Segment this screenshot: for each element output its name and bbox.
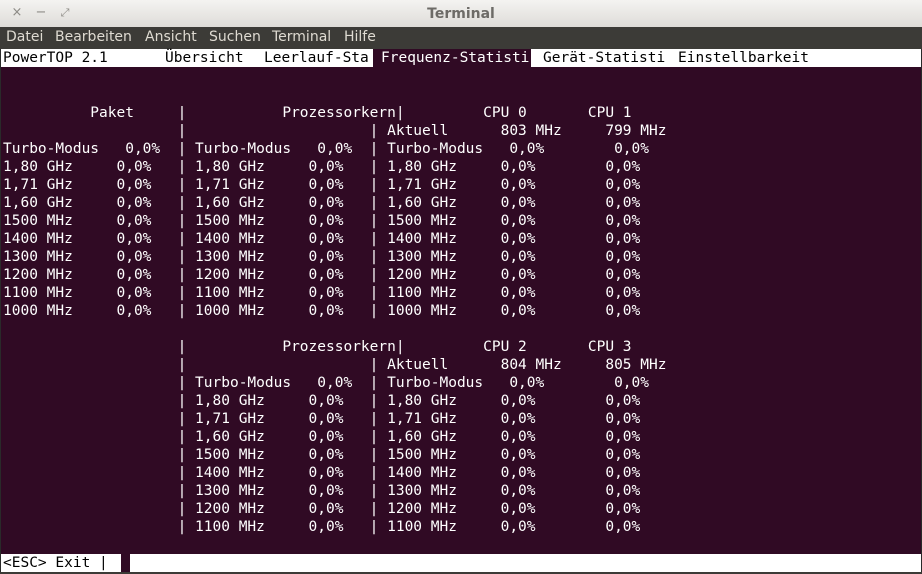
terminal-line: | 1,71 GHz 0,0% | 1,71 GHz 0,0% 0,0% — [3, 411, 641, 427]
title-bar[interactable]: × − ⤢ Terminal — [0, 0, 922, 28]
tab-geraet[interactable]: Gerät-Statisti — [543, 49, 665, 67]
terminal-cursor — [121, 554, 130, 572]
tab-frequenz[interactable]: Frequenz-Statisti — [373, 49, 532, 67]
status-bar: <ESC> Exit | — [1, 554, 921, 572]
terminal-line: | | Aktuell 804 MHz 805 MHz — [3, 357, 667, 373]
terminal-line: | | Aktuell 803 MHz 799 MHz — [3, 123, 667, 139]
terminal-line: 1,60 GHz 0,0% | 1,60 GHz 0,0% | 1,60 GHz… — [3, 195, 641, 211]
terminal-screen[interactable]: PowerTOP 2.1 Übersicht Leerlauf-Sta Freq… — [0, 49, 922, 572]
terminal-line: Paket | Prozessorkern| CPU 0 CPU 1 — [3, 105, 632, 121]
terminal-line: | 1300 MHz 0,0% | 1300 MHz 0,0% 0,0% — [3, 483, 641, 499]
menu-bar: Datei Bearbeiten Ansicht Suchen Terminal… — [0, 27, 922, 49]
terminal-line: 1200 MHz 0,0% | 1200 MHz 0,0% | 1200 MHz… — [3, 267, 641, 283]
terminal-line: Turbo-Modus 0,0% | Turbo-Modus 0,0% | Tu… — [3, 141, 650, 157]
terminal-line: | 1,60 GHz 0,0% | 1,60 GHz 0,0% 0,0% — [3, 429, 641, 445]
tab-leerlauf[interactable]: Leerlauf-Sta — [264, 49, 369, 67]
menu-hilfe[interactable]: Hilfe — [344, 29, 376, 45]
menu-terminal[interactable]: Terminal — [272, 29, 331, 45]
menu-bearbeiten[interactable]: Bearbeiten — [55, 29, 132, 45]
terminal-line: 1400 MHz 0,0% | 1400 MHz 0,0% | 1400 MHz… — [3, 231, 641, 247]
tab-uebersicht[interactable]: Übersicht — [165, 49, 244, 67]
menu-suchen[interactable]: Suchen — [209, 29, 261, 45]
terminal-line: | 1400 MHz 0,0% | 1400 MHz 0,0% 0,0% — [3, 465, 641, 481]
terminal-line: 1,71 GHz 0,0% | 1,71 GHz 0,0% | 1,71 GHz… — [3, 177, 641, 193]
menu-ansicht[interactable]: Ansicht — [145, 29, 197, 45]
tab-einstellbarkeit[interactable]: Einstellbarkeit — [678, 49, 809, 67]
terminal-line: | 1,80 GHz 0,0% | 1,80 GHz 0,0% 0,0% — [3, 393, 641, 409]
terminal-line: | 1200 MHz 0,0% | 1200 MHz 0,0% 0,0% — [3, 501, 641, 517]
terminal-line: 1000 MHz 0,0% | 1000 MHz 0,0% | 1000 MHz… — [3, 303, 641, 319]
terminal-line: | 1100 MHz 0,0% | 1100 MHz 0,0% 0,0% — [3, 519, 641, 535]
app-version: PowerTOP 2.1 — [3, 50, 108, 66]
terminal-line: 1,80 GHz 0,0% | 1,80 GHz 0,0% | 1,80 GHz… — [3, 159, 641, 175]
menu-datei[interactable]: Datei — [6, 29, 43, 45]
esc-exit-hint[interactable]: <ESC> Exit | — [3, 554, 108, 572]
terminal-line: | 1500 MHz 0,0% | 1500 MHz 0,0% 0,0% — [3, 447, 641, 463]
terminal-window: × − ⤢ Terminal Datei Bearbeiten Ansicht … — [0, 0, 922, 574]
terminal-line: | Turbo-Modus 0,0% | Turbo-Modus 0,0% 0,… — [3, 375, 650, 391]
terminal-line: 1300 MHz 0,0% | 1300 MHz 0,0% | 1300 MHz… — [3, 249, 641, 265]
window-title: Terminal — [427, 6, 495, 22]
terminal-line: | Prozessorkern| CPU 2 CPU 3 — [3, 339, 632, 355]
terminal-line: 1500 MHz 0,0% | 1500 MHz 0,0% | 1500 MHz… — [3, 213, 641, 229]
powertop-tab-bar: PowerTOP 2.1 Übersicht Leerlauf-Sta Freq… — [1, 49, 921, 67]
terminal-line: 1100 MHz 0,0% | 1100 MHz 0,0% | 1100 MHz… — [3, 285, 641, 301]
